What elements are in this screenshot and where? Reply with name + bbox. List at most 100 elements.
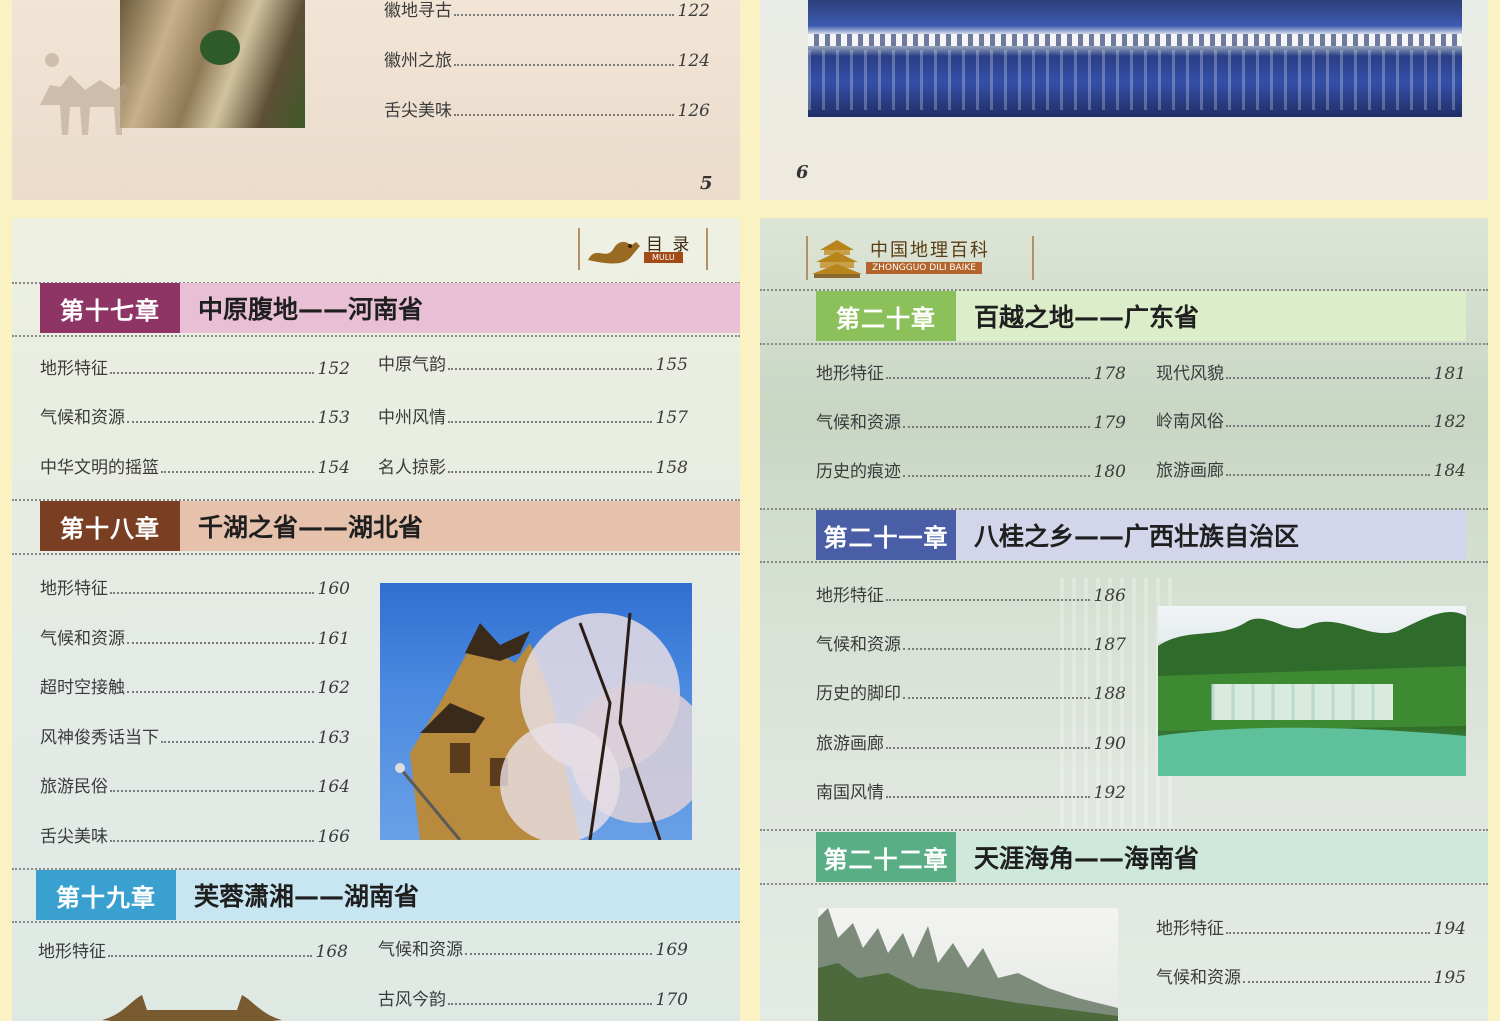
divider <box>760 343 1488 345</box>
entry-page: 160 <box>317 579 350 599</box>
chapter-badge: 第二十章 <box>816 291 956 341</box>
entry-page: 184 <box>1433 461 1466 481</box>
toc-entry[interactable]: 超时空接触 162 <box>40 673 350 698</box>
entry-page: 187 <box>1093 635 1126 655</box>
chapter-bar[interactable]: 第十九章 芙蓉潇湘——湖南省 <box>36 870 740 920</box>
page-6: 6 <box>760 0 1488 200</box>
entry-label: 气候和资源 <box>816 413 901 433</box>
entry-label: 气候和资源 <box>1156 968 1241 988</box>
leader-dots <box>903 697 1090 699</box>
toc-entry[interactable]: 气候和资源 179 <box>816 408 1126 433</box>
toc-entry[interactable]: 气候和资源 169 <box>378 935 688 960</box>
toc-entry[interactable]: 气候和资源 153 <box>40 403 350 428</box>
entry-page: 164 <box>317 777 350 797</box>
leader-dots <box>108 955 312 957</box>
entry-page: 186 <box>1093 586 1126 606</box>
toc-entry[interactable]: 旅游画廊 190 <box>816 729 1126 754</box>
toc-entry[interactable]: 中华文明的摇篮 154 <box>40 453 350 478</box>
divider <box>760 829 1488 831</box>
leader-dots <box>1226 932 1430 934</box>
leader-dots <box>110 592 314 594</box>
toc-entry[interactable]: 岭南风俗 182 <box>1156 407 1466 432</box>
leader-dots <box>1226 377 1430 379</box>
toc-entry[interactable]: 地形特征 160 <box>40 574 350 599</box>
toc-entry[interactable]: 舌尖美味 126 <box>384 96 710 121</box>
toc-entry[interactable]: 地形特征 194 <box>1156 914 1466 939</box>
leader-dots <box>886 599 1090 601</box>
toc-entry[interactable]: 地形特征 168 <box>38 937 348 962</box>
entry-page: 124 <box>677 51 710 71</box>
entry-label: 旅游画廊 <box>1156 461 1224 481</box>
entry-label: 地形特征 <box>40 359 108 379</box>
toc-entry[interactable]: 地形特征 186 <box>816 581 1126 606</box>
entry-page: 190 <box>1093 734 1126 754</box>
entry-label: 风神俊秀话当下 <box>40 728 159 748</box>
chapter-bar[interactable]: 第二十一章 八桂之乡——广西壮族自治区 <box>816 510 1466 560</box>
toc-entry[interactable]: 气候和资源 195 <box>1156 963 1466 988</box>
entry-label: 古风今韵 <box>378 990 446 1010</box>
chapter-bar[interactable]: 第二十章 百越之地——广东省 <box>816 291 1466 341</box>
leader-dots <box>127 421 314 423</box>
entry-label: 中华文明的摇篮 <box>40 458 159 478</box>
entry-page: 155 <box>655 355 688 375</box>
toc-header: 目 录 MULU <box>578 228 708 270</box>
toc-entry[interactable]: 风神俊秀话当下 163 <box>40 723 350 748</box>
toc-entry[interactable]: 现代风貌 181 <box>1156 359 1466 384</box>
entry-page: 192 <box>1093 783 1126 803</box>
chapter-bar[interactable]: 第十七章 中原腹地——河南省 <box>40 283 740 333</box>
toc-entry[interactable]: 地形特征 178 <box>816 359 1126 384</box>
divider <box>12 921 740 923</box>
leader-dots <box>127 642 314 644</box>
pavilion-blossom-photo <box>380 583 692 840</box>
entry-page: 122 <box>677 1 710 21</box>
chapter-bar[interactable]: 第二十二章 天涯海角——海南省 <box>816 832 1488 882</box>
entry-label: 地形特征 <box>38 942 106 962</box>
entry-page: 179 <box>1093 413 1126 433</box>
entry-page: 180 <box>1093 462 1126 482</box>
toc-entry[interactable]: 历史的痕迹 180 <box>816 457 1126 482</box>
entry-label: 气候和资源 <box>40 629 125 649</box>
toc-entry[interactable]: 地形特征 152 <box>40 354 350 379</box>
toc-entry[interactable]: 中原气韵 155 <box>378 350 688 375</box>
entry-label: 气候和资源 <box>378 940 463 960</box>
divider <box>760 883 1488 885</box>
leader-dots <box>1226 474 1430 476</box>
toc-entry[interactable]: 南国风情 192 <box>816 778 1126 803</box>
lake-birds-photo <box>808 0 1462 117</box>
chapter-bar[interactable]: 第十八章 千湖之省——湖北省 <box>40 501 740 551</box>
entry-label: 岭南风俗 <box>1156 412 1224 432</box>
entry-label: 旅游民俗 <box>40 777 108 797</box>
entry-page: 188 <box>1093 684 1126 704</box>
entry-label: 气候和资源 <box>40 408 125 428</box>
toc-entry[interactable]: 舌尖美味 166 <box>40 822 350 847</box>
toc-entry[interactable]: 中州风情 157 <box>378 403 688 428</box>
toc-entry[interactable]: 历史的脚印 188 <box>816 679 1126 704</box>
leader-dots <box>454 64 674 66</box>
leader-dots <box>448 1003 652 1005</box>
toc-entry[interactable]: 名人掠影 158 <box>378 453 688 478</box>
toc-entry[interactable]: 旅游民俗 164 <box>40 772 350 797</box>
entry-page: 169 <box>655 940 688 960</box>
toc-entry[interactable]: 徽州之旅 124 <box>384 46 710 71</box>
leader-dots <box>454 14 674 16</box>
divider <box>12 335 740 337</box>
leader-dots <box>886 377 1090 379</box>
entry-label: 舌尖美味 <box>40 827 108 847</box>
entry-label: 南国风情 <box>816 783 884 803</box>
leader-dots <box>110 372 314 374</box>
entry-page: 152 <box>317 359 350 379</box>
dragon-icon <box>588 241 640 264</box>
toc-entry[interactable]: 气候和资源 187 <box>816 630 1126 655</box>
entry-page: 194 <box>1433 919 1466 939</box>
book-header: 中国地理百科 ZHONGGUO DILI BAIKE <box>806 236 1034 280</box>
leader-dots <box>127 691 314 693</box>
chapter-badge: 第十七章 <box>40 283 180 333</box>
toc-entry[interactable]: 古风今韵 170 <box>378 985 688 1010</box>
toc-entry[interactable]: 气候和资源 161 <box>40 624 350 649</box>
entry-label: 历史的脚印 <box>816 684 901 704</box>
chapter-title: 千湖之省——湖北省 <box>198 513 424 542</box>
toc-entry[interactable]: 旅游画廊 184 <box>1156 456 1466 481</box>
toc-entry[interactable]: 徽地寻古 122 <box>384 0 710 21</box>
leader-dots <box>110 790 314 792</box>
entry-page: 166 <box>317 827 350 847</box>
